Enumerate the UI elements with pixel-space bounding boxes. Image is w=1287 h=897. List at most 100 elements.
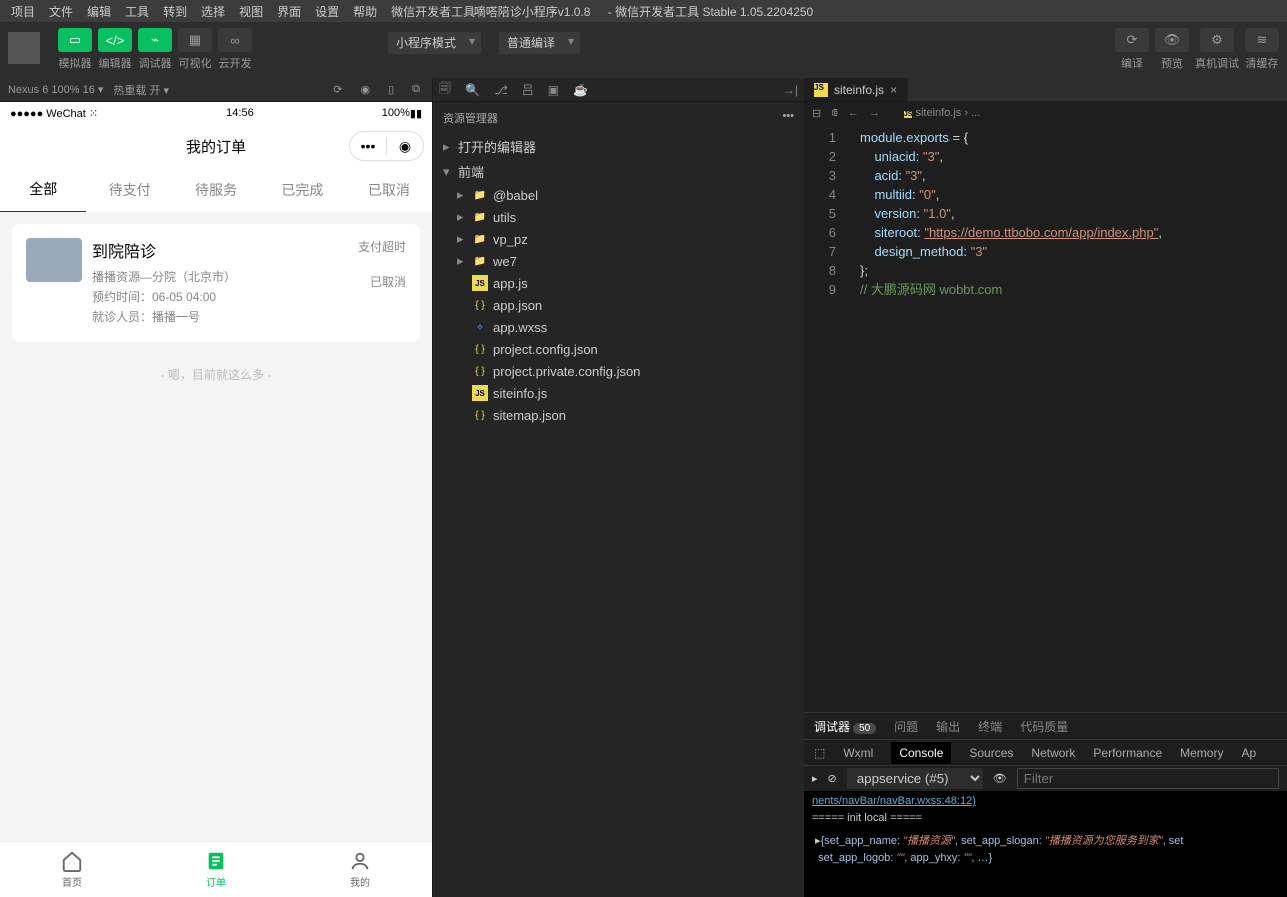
tab-terminal[interactable]: 终端	[978, 718, 1002, 735]
code-editor[interactable]: 123456789 module.exports = { uniacid: "3…	[804, 124, 1287, 712]
toolbar: ▭模拟器 </>编辑器 ⌁调试器 ▦可视化 ∞云开发 小程序模式 普通编译 ⟳编…	[0, 22, 1287, 78]
console-output[interactable]: nents/navBar/navBar.wxss:48:12) ===== in…	[804, 791, 1287, 897]
tree-file[interactable]: { }app.json	[433, 294, 804, 316]
inspect-icon[interactable]: ⬚	[814, 746, 825, 760]
tree-folder[interactable]: ▸📁utils	[433, 206, 804, 228]
explorer-toolbar: 🗐 🔍 ⎇ 吕 ▣ ☕ →|	[433, 78, 804, 102]
dt-network[interactable]: Network	[1031, 746, 1075, 760]
tab-output[interactable]: 输出	[936, 718, 960, 735]
tab-done[interactable]: 已完成	[259, 168, 345, 212]
tree-folder[interactable]: ▸📁we7	[433, 250, 804, 272]
order-tabs: 全部 待支付 待服务 已完成 已取消	[0, 168, 432, 212]
tree-folder[interactable]: ▸📁@babel	[433, 184, 804, 206]
debugger-button[interactable]: ⌁调试器	[138, 28, 172, 71]
order-thumb	[26, 238, 82, 282]
context-select[interactable]: appservice (#5)	[847, 768, 983, 789]
editor-button[interactable]: </>编辑器	[98, 28, 132, 71]
tab-quality[interactable]: 代码质量	[1020, 718, 1068, 735]
file-tab[interactable]: JSsiteinfo.js×	[804, 78, 908, 101]
tree-open-editors[interactable]: ▸打开的编辑器	[433, 134, 804, 159]
git-icon[interactable]: ⎇	[494, 83, 508, 97]
code-body[interactable]: module.exports = { uniacid: "3", acid: "…	[848, 124, 1287, 712]
close-icon: ◉	[387, 138, 423, 155]
tab-problems[interactable]: 问题	[894, 718, 918, 735]
reload-select[interactable]: 热重载 开	[113, 82, 169, 98]
editor-panel: JSsiteinfo.js× ⊟ ⟃ ← → JS siteinfo.js › …	[804, 78, 1287, 897]
preview-button[interactable]: 👁预览	[1155, 28, 1189, 71]
device-select[interactable]: Nexus 6 100% 16	[8, 83, 103, 96]
filter-input[interactable]	[1017, 768, 1279, 789]
tab-bar: 首页 订单 我的	[0, 841, 432, 897]
tree-folder[interactable]: ▸📁vp_pz	[433, 228, 804, 250]
tab-serve[interactable]: 待服务	[173, 168, 259, 212]
status-time: 14:56	[226, 107, 254, 119]
menu-project[interactable]: 项目	[4, 3, 42, 20]
lab-icon[interactable]: ☕	[573, 83, 588, 97]
tab-debugger[interactable]: 调试器50	[814, 718, 876, 735]
more-icon[interactable]: •••	[782, 110, 794, 126]
menu-edit[interactable]: 编辑	[80, 3, 118, 20]
gutter: 123456789	[804, 124, 848, 712]
refresh-icon[interactable]: ⟳	[329, 83, 346, 96]
nav-mine[interactable]: 我的	[288, 842, 432, 897]
outline-icon[interactable]: 吕	[522, 81, 534, 98]
toggle-icon[interactable]: ⊟	[812, 107, 821, 120]
menu-bar: 项目 文件 编辑 工具 转到 选择 视图 界面 设置 帮助 微信开发者工具 嘀嗒…	[0, 0, 1287, 22]
dt-sources[interactable]: Sources	[969, 746, 1013, 760]
breadcrumb: ⊟ ⟃ ← → JS siteinfo.js › ...	[804, 102, 1287, 124]
capsule[interactable]: •••◉	[349, 131, 424, 161]
ext-icon[interactable]: ▣	[548, 83, 559, 97]
dt-perf[interactable]: Performance	[1093, 746, 1162, 760]
popout-icon[interactable]: ⧉	[408, 83, 424, 96]
tree-file[interactable]: { }project.private.config.json	[433, 360, 804, 382]
menu-select[interactable]: 选择	[194, 3, 232, 20]
clear-cache-button[interactable]: ≋清缓存	[1245, 28, 1279, 71]
menu-file[interactable]: 文件	[42, 3, 80, 20]
play-icon[interactable]: ▸	[812, 772, 818, 785]
cloud-button[interactable]: ∞云开发	[218, 28, 252, 71]
panel-tabs: 调试器50 问题 输出 终端 代码质量	[804, 713, 1287, 739]
record-icon[interactable]: ◉	[356, 83, 374, 96]
eye-icon[interactable]: 👁	[993, 772, 1007, 785]
project-avatar	[8, 32, 40, 64]
remote-button[interactable]: ⚙真机调试	[1195, 28, 1239, 71]
tab-pay[interactable]: 待支付	[86, 168, 172, 212]
close-icon[interactable]: ×	[890, 83, 897, 97]
tree-file[interactable]: { }sitemap.json	[433, 404, 804, 426]
menu-goto[interactable]: 转到	[156, 3, 194, 20]
tab-cancel[interactable]: 已取消	[346, 168, 432, 212]
collapse-icon[interactable]: →|	[783, 83, 798, 97]
dt-console[interactable]: Console	[891, 742, 951, 764]
dt-app[interactable]: Ap	[1241, 746, 1256, 760]
menu-help[interactable]: 帮助	[346, 3, 384, 20]
tree-file[interactable]: JSsiteinfo.js	[433, 382, 804, 404]
tree-file[interactable]: { }project.config.json	[433, 338, 804, 360]
nav-order[interactable]: 订单	[144, 842, 288, 897]
device-icon[interactable]: ▯	[384, 83, 398, 96]
tab-all[interactable]: 全部	[0, 167, 86, 213]
visual-button[interactable]: ▦可视化	[178, 28, 212, 71]
mode-select[interactable]: 小程序模式	[388, 32, 481, 54]
bookmark-icon[interactable]: ⟃	[831, 107, 838, 120]
simulator-button[interactable]: ▭模拟器	[58, 28, 92, 71]
search-icon[interactable]: 🔍	[465, 83, 480, 97]
menu-ui[interactable]: 界面	[270, 3, 308, 20]
menu-view[interactable]: 视图	[232, 3, 270, 20]
nav-home[interactable]: 首页	[0, 842, 144, 897]
devtools-tabs: ⬚ Wxml Console Sources Network Performan…	[804, 739, 1287, 765]
files-icon[interactable]: 🗐	[439, 79, 451, 100]
tree-root[interactable]: ▾前端	[433, 159, 804, 184]
back-icon[interactable]: ←	[848, 107, 859, 119]
order-card[interactable]: 到院陪诊 播播资源—分院（北京市） 预约时间：06-05 04:00 就诊人员：…	[12, 224, 420, 342]
fwd-icon[interactable]: →	[869, 107, 880, 119]
menu-setting[interactable]: 设置	[308, 3, 346, 20]
dt-wxml[interactable]: Wxml	[843, 746, 873, 760]
menu-tool[interactable]: 工具	[118, 3, 156, 20]
tree-file[interactable]: JSapp.js	[433, 272, 804, 294]
order-list[interactable]: 到院陪诊 播播资源—分院（北京市） 预约时间：06-05 04:00 就诊人员：…	[0, 212, 432, 841]
compile-button[interactable]: ⟳编译	[1115, 28, 1149, 71]
compile-select[interactable]: 普通编译	[499, 32, 580, 54]
tree-file[interactable]: ⋄app.wxss	[433, 316, 804, 338]
dt-memory[interactable]: Memory	[1180, 746, 1223, 760]
clear-icon[interactable]: ⊘	[828, 772, 837, 785]
